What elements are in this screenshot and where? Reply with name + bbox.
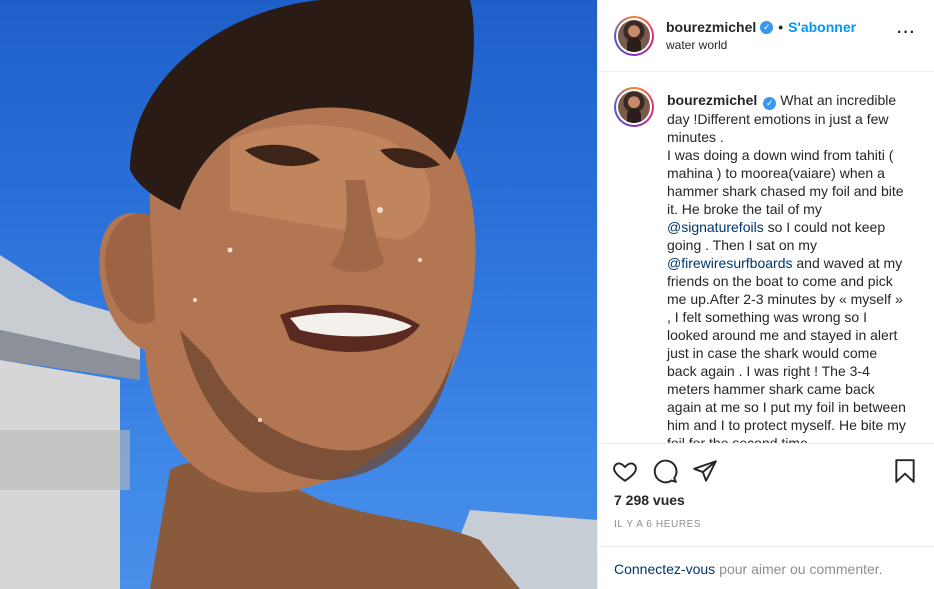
post-timestamp[interactable]: IL Y A 6 HEURES bbox=[614, 519, 701, 530]
login-prompt-text: pour aimer ou commenter. bbox=[719, 560, 883, 577]
caption-avatar-ring[interactable] bbox=[614, 87, 654, 127]
caption-text: bourezmichel ✓ What an incredible day !Dif… bbox=[667, 92, 906, 443]
mention-link[interactable]: @firewiresurfboards bbox=[667, 255, 792, 271]
video-frame-illustration bbox=[0, 0, 597, 589]
location-link[interactable]: water world bbox=[666, 38, 856, 52]
follow-button[interactable]: S'abonner bbox=[788, 19, 856, 35]
actions-section: 7 298 vues IL Y A 6 HEURES Connectez-vou… bbox=[598, 443, 934, 589]
post-header: bourezmichel ✓ • S'abonner water world ·… bbox=[598, 0, 934, 72]
caption-username-link[interactable]: bourezmichel bbox=[667, 92, 757, 108]
separator-dot: • bbox=[778, 19, 784, 35]
verified-badge-icon: ✓ bbox=[760, 20, 774, 34]
login-link[interactable]: Connectez-vous bbox=[614, 561, 715, 577]
avatar-story-ring[interactable] bbox=[614, 15, 654, 56]
post-video[interactable] bbox=[0, 0, 597, 589]
post-panel: bourezmichel ✓ • S'abonner water world ·… bbox=[597, 0, 934, 589]
more-options-icon[interactable]: ··· bbox=[897, 25, 916, 41]
username-link[interactable]: bourezmichel bbox=[666, 19, 756, 35]
comment-icon[interactable] bbox=[652, 458, 680, 486]
mention-link[interactable]: @signaturefoils bbox=[667, 219, 764, 235]
share-icon[interactable] bbox=[692, 458, 720, 486]
verified-badge-icon: ✓ bbox=[763, 97, 777, 110]
avatar bbox=[618, 91, 650, 123]
login-prompt: Connectez-vous pour aimer ou commenter. bbox=[598, 546, 934, 589]
heart-icon[interactable] bbox=[612, 458, 640, 486]
view-count[interactable]: 7 298 vues bbox=[614, 492, 685, 508]
caption: bourezmichel ✓ What an incredible day !Dif… bbox=[614, 87, 918, 443]
avatar bbox=[618, 19, 650, 52]
bookmark-icon[interactable] bbox=[892, 458, 920, 486]
comments-area[interactable]: bourezmichel ✓ What an incredible day !Dif… bbox=[598, 73, 934, 443]
